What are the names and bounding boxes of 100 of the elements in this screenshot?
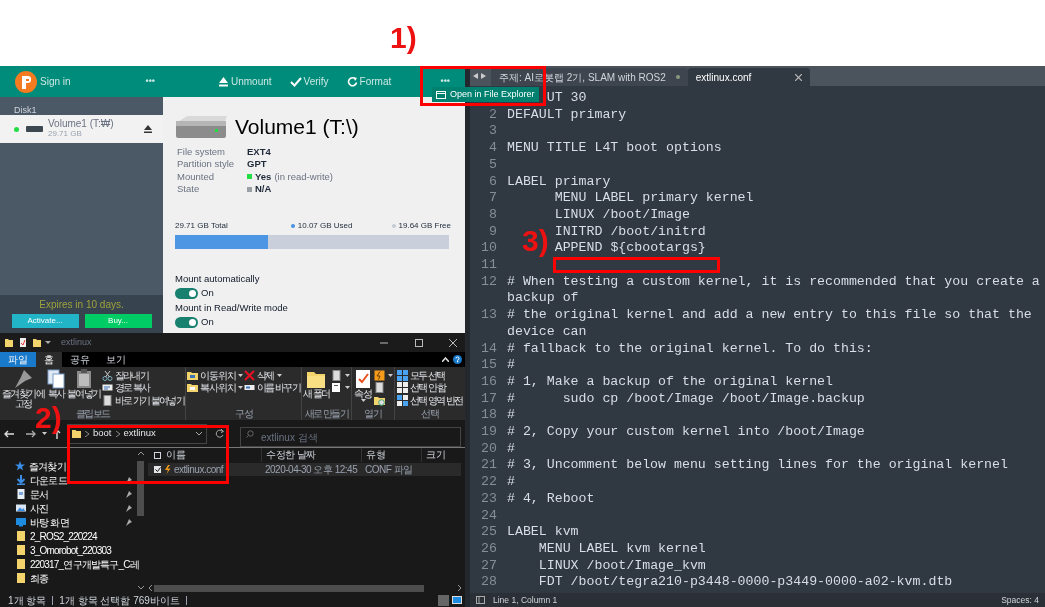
address-bar[interactable]: boot extlinux xyxy=(67,423,207,444)
chevron-left-icon xyxy=(148,585,152,591)
line-number: 22 xyxy=(480,474,497,491)
chevron-icon xyxy=(85,430,89,437)
volume-item[interactable]: Volume1 (T:₩) 29.71 GB xyxy=(0,115,163,143)
ribbon-button[interactable]: 삭제 xyxy=(243,369,301,382)
nav-item[interactable]: 바탕 화면 xyxy=(0,515,136,529)
code-line: LABEL primary xyxy=(507,173,611,191)
ribbon-button[interactable]: 경로 복사 xyxy=(101,381,185,394)
caret-icon[interactable] xyxy=(42,432,47,435)
code-line: # fallback to the original kernel. To do this: xyxy=(507,340,873,358)
ribbon-button[interactable]: 속성 xyxy=(352,369,373,402)
file-row[interactable]: extlinux.conf 2020-04-30 오후 12:45 CONF 파일 xyxy=(148,463,461,476)
line-number: 17 xyxy=(480,390,497,408)
back-icon[interactable] xyxy=(4,429,14,438)
ribbon-button[interactable]: 복사 xyxy=(46,369,66,399)
ribbon-button[interactable] xyxy=(330,369,350,382)
close-icon[interactable] xyxy=(795,73,803,81)
ribbon-button[interactable]: 이동 위치 xyxy=(187,369,243,382)
cursor-position: Line 1, Column 1 xyxy=(493,593,558,607)
line-number: 11 xyxy=(480,257,497,274)
checkbox[interactable] xyxy=(154,466,161,473)
star-icon xyxy=(15,461,25,471)
volume-title: Volume1 (T:\) xyxy=(235,114,359,140)
arrow-left-icon[interactable] xyxy=(473,73,478,79)
chevron-icon xyxy=(115,430,120,437)
volume-size: 29.71 GB xyxy=(48,129,83,139)
menu-item[interactable]: Open in File Explorer xyxy=(432,87,539,102)
path-segment[interactable]: extlinux xyxy=(123,426,156,441)
indentation-setting[interactable]: Spaces: 4 xyxy=(1001,593,1039,607)
history-icon xyxy=(373,394,385,406)
line-number: 25 xyxy=(480,524,497,541)
maximize-icon[interactable] xyxy=(415,338,423,347)
status-text: 1개 항목 xyxy=(8,593,47,607)
grid-icon xyxy=(396,394,408,406)
nav-item[interactable]: 최종 xyxy=(0,571,136,585)
sidebar-toggle-icon[interactable] xyxy=(476,596,485,604)
code-line: APPEND ${cbootargs} xyxy=(554,240,706,258)
file-menu[interactable]: 파일 xyxy=(0,352,36,367)
ribbon-button[interactable]: 모두 선택 xyxy=(396,369,463,382)
toggle-switch[interactable] xyxy=(175,317,198,328)
group-label: 구성 xyxy=(235,408,253,419)
ribbon-button[interactable]: 붙여넣기 xyxy=(67,369,101,399)
ribbon-button[interactable]: 바로 가기 붙여넣기 xyxy=(101,394,185,407)
ribbon-button[interactable]: 이름 바꾸기 xyxy=(243,381,301,394)
ribbon-button[interactable]: 선택 안 함 xyxy=(396,381,463,394)
group-label: 선택 xyxy=(421,408,439,419)
details-view-button[interactable] xyxy=(438,594,449,606)
tiles-view-icon[interactable] xyxy=(452,596,462,604)
code-line: MENU TITLE L4T boot options xyxy=(507,140,722,157)
path-segment[interactable]: boot xyxy=(93,426,112,441)
monitor-icon xyxy=(16,517,26,527)
setting-label: Mount in Read/Write mode xyxy=(175,301,289,315)
new-folder-icon[interactable] xyxy=(33,338,41,347)
ribbon-button[interactable]: 선택 영역 반전 xyxy=(396,394,463,407)
line-number: 8 xyxy=(488,206,497,224)
ribbon-button[interactable] xyxy=(373,369,393,382)
ribbon-tab[interactable]: 홈 xyxy=(36,352,62,367)
ribbon-button[interactable]: 복사 위치 xyxy=(187,381,243,394)
line-number: 21 xyxy=(480,457,497,475)
nav-item[interactable]: 문서 xyxy=(0,487,136,501)
eject-icon[interactable] xyxy=(144,125,152,133)
ribbon-button[interactable]: 잘라내기 xyxy=(101,369,185,382)
toggle-state: On xyxy=(201,315,214,330)
search-field[interactable]: extlinux 검색 xyxy=(240,427,461,447)
nav-item[interactable]: 즐겨찾기 xyxy=(0,459,136,473)
download-icon xyxy=(16,475,26,485)
properties-icon[interactable] xyxy=(19,338,27,347)
property-value: GPT xyxy=(247,158,267,171)
file-icon xyxy=(164,465,171,474)
column-header[interactable]: 이름 xyxy=(161,448,261,462)
disk-label: Disk1 xyxy=(13,104,38,115)
nav-item[interactable]: 3_Omorobot_220303 xyxy=(0,543,136,557)
scroll-thumb[interactable] xyxy=(137,461,144,516)
close-icon[interactable] xyxy=(449,338,457,347)
help-icon[interactable] xyxy=(453,355,462,364)
refresh-icon[interactable] xyxy=(215,429,224,438)
arrow-right-icon[interactable] xyxy=(481,73,486,79)
code-line: LINUX /boot/Image xyxy=(554,206,690,224)
collapse-icon[interactable] xyxy=(442,357,449,362)
nav-item[interactable]: 2_ROS2_220224 xyxy=(0,529,136,543)
card-icon xyxy=(101,382,113,394)
column-header[interactable]: 유형 xyxy=(361,448,421,462)
caret-icon[interactable] xyxy=(45,340,51,345)
group-label: 열기 xyxy=(364,408,381,419)
chevron-down-icon[interactable] xyxy=(196,431,202,436)
toggle-switch[interactable] xyxy=(175,288,198,299)
code-line: UT 30 xyxy=(546,90,587,107)
ribbon-button[interactable]: 새 폴더 xyxy=(303,369,330,399)
forward-icon[interactable] xyxy=(26,429,36,438)
property-value: Yes xyxy=(255,170,272,183)
expiry-text: Expires in 10 days. xyxy=(39,299,124,311)
annotation-label: 1) xyxy=(390,24,417,52)
editor-tab[interactable]: extlinux.conf xyxy=(687,68,811,86)
nav-item[interactable]: 사진 xyxy=(0,501,136,515)
nav-item[interactable]: 다운로드 xyxy=(0,473,136,487)
column-header[interactable]: 수정한 날짜 xyxy=(261,448,361,462)
line-number: 10 xyxy=(480,240,497,258)
ribbon-button[interactable] xyxy=(330,381,350,394)
code-line: # When testing a custom kernel, it is recommended that you create a backup of xyxy=(507,273,1041,308)
